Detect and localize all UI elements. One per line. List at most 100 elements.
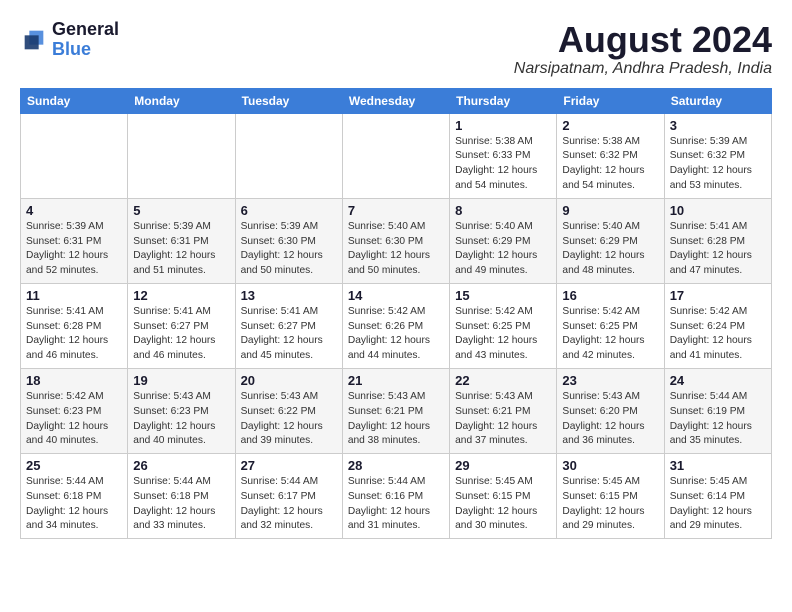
day-number: 6 <box>241 203 337 218</box>
day-info: Sunrise: 5:45 AM Sunset: 6:15 PM Dayligh… <box>562 475 658 534</box>
day-number: 5 <box>133 203 229 218</box>
calendar-cell: 30Sunrise: 5:45 AM Sunset: 6:15 PM Dayli… <box>557 454 664 539</box>
day-info: Sunrise: 5:39 AM Sunset: 6:32 PM Dayligh… <box>670 135 766 194</box>
calendar-week-row: 18 Sunrise: 5:42 AM Sunset: 6:23 PM Dayli… <box>21 368 772 453</box>
calendar-body: 1 Sunrise: 5:38 AM Sunset: 6:33 PM Daylig… <box>21 113 772 539</box>
day-info: Sunrise: 5:42 AM Sunset: 6:24 PM Dayligh… <box>670 305 766 364</box>
day-number: 1 <box>455 118 551 133</box>
calendar-cell: 20Sunrise: 5:43 AM Sunset: 6:22 PM Dayli… <box>235 368 342 453</box>
day-info: Sunrise: 5:40 AM Sunset: 6:29 PM Dayligh… <box>455 220 551 279</box>
day-number: 18 <box>26 373 122 388</box>
day-info: Sunrise: 5:41 AM Sunset: 6:28 PM Dayligh… <box>670 220 766 279</box>
day-info: Sunrise: 5:39 AM Sunset: 6:30 PM Dayligh… <box>241 220 337 279</box>
day-number: 2 <box>562 118 658 133</box>
calendar-cell: 5 Sunrise: 5:39 AM Sunset: 6:31 PM Daylig… <box>128 198 235 283</box>
weekday-header-row: SundayMondayTuesdayWednesdayThursdayFrid… <box>21 88 772 113</box>
calendar-week-row: 11Sunrise: 5:41 AM Sunset: 6:28 PM Dayli… <box>21 283 772 368</box>
day-number: 15 <box>455 288 551 303</box>
calendar-cell: 4 Sunrise: 5:39 AM Sunset: 6:31 PM Daylig… <box>21 198 128 283</box>
calendar-cell: 18 Sunrise: 5:42 AM Sunset: 6:23 PM Dayli… <box>21 368 128 453</box>
calendar-cell <box>21 113 128 198</box>
day-number: 8 <box>455 203 551 218</box>
day-number: 7 <box>348 203 444 218</box>
day-number: 12 <box>133 288 229 303</box>
title-section: August 2024 Narsipatnam, Andhra Pradesh,… <box>514 20 772 78</box>
day-number: 19 <box>133 373 229 388</box>
day-info: Sunrise: 5:40 AM Sunset: 6:30 PM Dayligh… <box>348 220 444 279</box>
day-number: 26 <box>133 458 229 473</box>
day-info: Sunrise: 5:44 AM Sunset: 6:17 PM Dayligh… <box>241 475 337 534</box>
day-info: Sunrise: 5:44 AM Sunset: 6:19 PM Dayligh… <box>670 390 766 449</box>
day-number: 3 <box>670 118 766 133</box>
calendar-cell: 29 Sunrise: 5:45 AM Sunset: 6:15 PM Dayli… <box>450 454 557 539</box>
day-info: Sunrise: 5:45 AM Sunset: 6:15 PM Dayligh… <box>455 475 551 534</box>
calendar-cell: 17 Sunrise: 5:42 AM Sunset: 6:24 PM Dayli… <box>664 283 771 368</box>
calendar-cell: 31 Sunrise: 5:45 AM Sunset: 6:14 PM Dayli… <box>664 454 771 539</box>
calendar-cell: 1 Sunrise: 5:38 AM Sunset: 6:33 PM Daylig… <box>450 113 557 198</box>
day-number: 17 <box>670 288 766 303</box>
day-number: 21 <box>348 373 444 388</box>
calendar-cell <box>342 113 449 198</box>
calendar-cell: 2Sunrise: 5:38 AM Sunset: 6:32 PM Daylig… <box>557 113 664 198</box>
day-info: Sunrise: 5:39 AM Sunset: 6:31 PM Dayligh… <box>133 220 229 279</box>
day-info: Sunrise: 5:42 AM Sunset: 6:25 PM Dayligh… <box>455 305 551 364</box>
calendar-cell: 6 Sunrise: 5:39 AM Sunset: 6:30 PM Daylig… <box>235 198 342 283</box>
location-subtitle: Narsipatnam, Andhra Pradesh, India <box>514 60 772 78</box>
calendar-cell: 28 Sunrise: 5:44 AM Sunset: 6:16 PM Dayli… <box>342 454 449 539</box>
day-number: 4 <box>26 203 122 218</box>
calendar-table: SundayMondayTuesdayWednesdayThursdayFrid… <box>20 88 772 540</box>
day-info: Sunrise: 5:41 AM Sunset: 6:28 PM Dayligh… <box>26 305 122 364</box>
day-number: 10 <box>670 203 766 218</box>
calendar-cell: 7 Sunrise: 5:40 AM Sunset: 6:30 PM Daylig… <box>342 198 449 283</box>
day-number: 25 <box>26 458 122 473</box>
weekday-header-sunday: Sunday <box>21 88 128 113</box>
day-info: Sunrise: 5:39 AM Sunset: 6:31 PM Dayligh… <box>26 220 122 279</box>
day-info: Sunrise: 5:42 AM Sunset: 6:25 PM Dayligh… <box>562 305 658 364</box>
calendar-cell: 16 Sunrise: 5:42 AM Sunset: 6:25 PM Dayli… <box>557 283 664 368</box>
day-info: Sunrise: 5:42 AM Sunset: 6:23 PM Dayligh… <box>26 390 122 449</box>
day-info: Sunrise: 5:43 AM Sunset: 6:20 PM Dayligh… <box>562 390 658 449</box>
day-number: 22 <box>455 373 551 388</box>
calendar-cell: 27 Sunrise: 5:44 AM Sunset: 6:17 PM Dayli… <box>235 454 342 539</box>
day-number: 24 <box>670 373 766 388</box>
day-info: Sunrise: 5:45 AM Sunset: 6:14 PM Dayligh… <box>670 475 766 534</box>
calendar-cell: 8 Sunrise: 5:40 AM Sunset: 6:29 PM Daylig… <box>450 198 557 283</box>
day-number: 23 <box>562 373 658 388</box>
day-number: 20 <box>241 373 337 388</box>
weekday-header-thursday: Thursday <box>450 88 557 113</box>
weekday-header-friday: Friday <box>557 88 664 113</box>
day-number: 27 <box>241 458 337 473</box>
logo-line1: General <box>52 20 119 40</box>
calendar-week-row: 4 Sunrise: 5:39 AM Sunset: 6:31 PM Daylig… <box>21 198 772 283</box>
calendar-cell: 21 Sunrise: 5:43 AM Sunset: 6:21 PM Dayli… <box>342 368 449 453</box>
day-number: 9 <box>562 203 658 218</box>
logo-icon <box>20 26 48 54</box>
day-info: Sunrise: 5:41 AM Sunset: 6:27 PM Dayligh… <box>133 305 229 364</box>
day-number: 31 <box>670 458 766 473</box>
day-info: Sunrise: 5:40 AM Sunset: 6:29 PM Dayligh… <box>562 220 658 279</box>
day-number: 16 <box>562 288 658 303</box>
calendar-cell: 11Sunrise: 5:41 AM Sunset: 6:28 PM Dayli… <box>21 283 128 368</box>
day-number: 13 <box>241 288 337 303</box>
day-info: Sunrise: 5:44 AM Sunset: 6:18 PM Dayligh… <box>133 475 229 534</box>
calendar-cell: 19Sunrise: 5:43 AM Sunset: 6:23 PM Dayli… <box>128 368 235 453</box>
calendar-cell: 23 Sunrise: 5:43 AM Sunset: 6:20 PM Dayli… <box>557 368 664 453</box>
calendar-cell: 15 Sunrise: 5:42 AM Sunset: 6:25 PM Dayli… <box>450 283 557 368</box>
day-number: 28 <box>348 458 444 473</box>
day-info: Sunrise: 5:43 AM Sunset: 6:21 PM Dayligh… <box>348 390 444 449</box>
calendar-cell: 14Sunrise: 5:42 AM Sunset: 6:26 PM Dayli… <box>342 283 449 368</box>
month-year-title: August 2024 <box>514 20 772 60</box>
day-number: 14 <box>348 288 444 303</box>
calendar-cell: 24 Sunrise: 5:44 AM Sunset: 6:19 PM Dayli… <box>664 368 771 453</box>
logo: General Blue <box>20 20 119 60</box>
day-info: Sunrise: 5:44 AM Sunset: 6:16 PM Dayligh… <box>348 475 444 534</box>
calendar-week-row: 1 Sunrise: 5:38 AM Sunset: 6:33 PM Daylig… <box>21 113 772 198</box>
calendar-cell <box>235 113 342 198</box>
day-number: 29 <box>455 458 551 473</box>
weekday-header-wednesday: Wednesday <box>342 88 449 113</box>
page-header: General Blue August 2024 Narsipatnam, An… <box>20 20 772 78</box>
logo-line2: Blue <box>52 40 119 60</box>
calendar-cell: 12 Sunrise: 5:41 AM Sunset: 6:27 PM Dayli… <box>128 283 235 368</box>
day-info: Sunrise: 5:38 AM Sunset: 6:33 PM Dayligh… <box>455 135 551 194</box>
calendar-week-row: 25 Sunrise: 5:44 AM Sunset: 6:18 PM Dayli… <box>21 454 772 539</box>
